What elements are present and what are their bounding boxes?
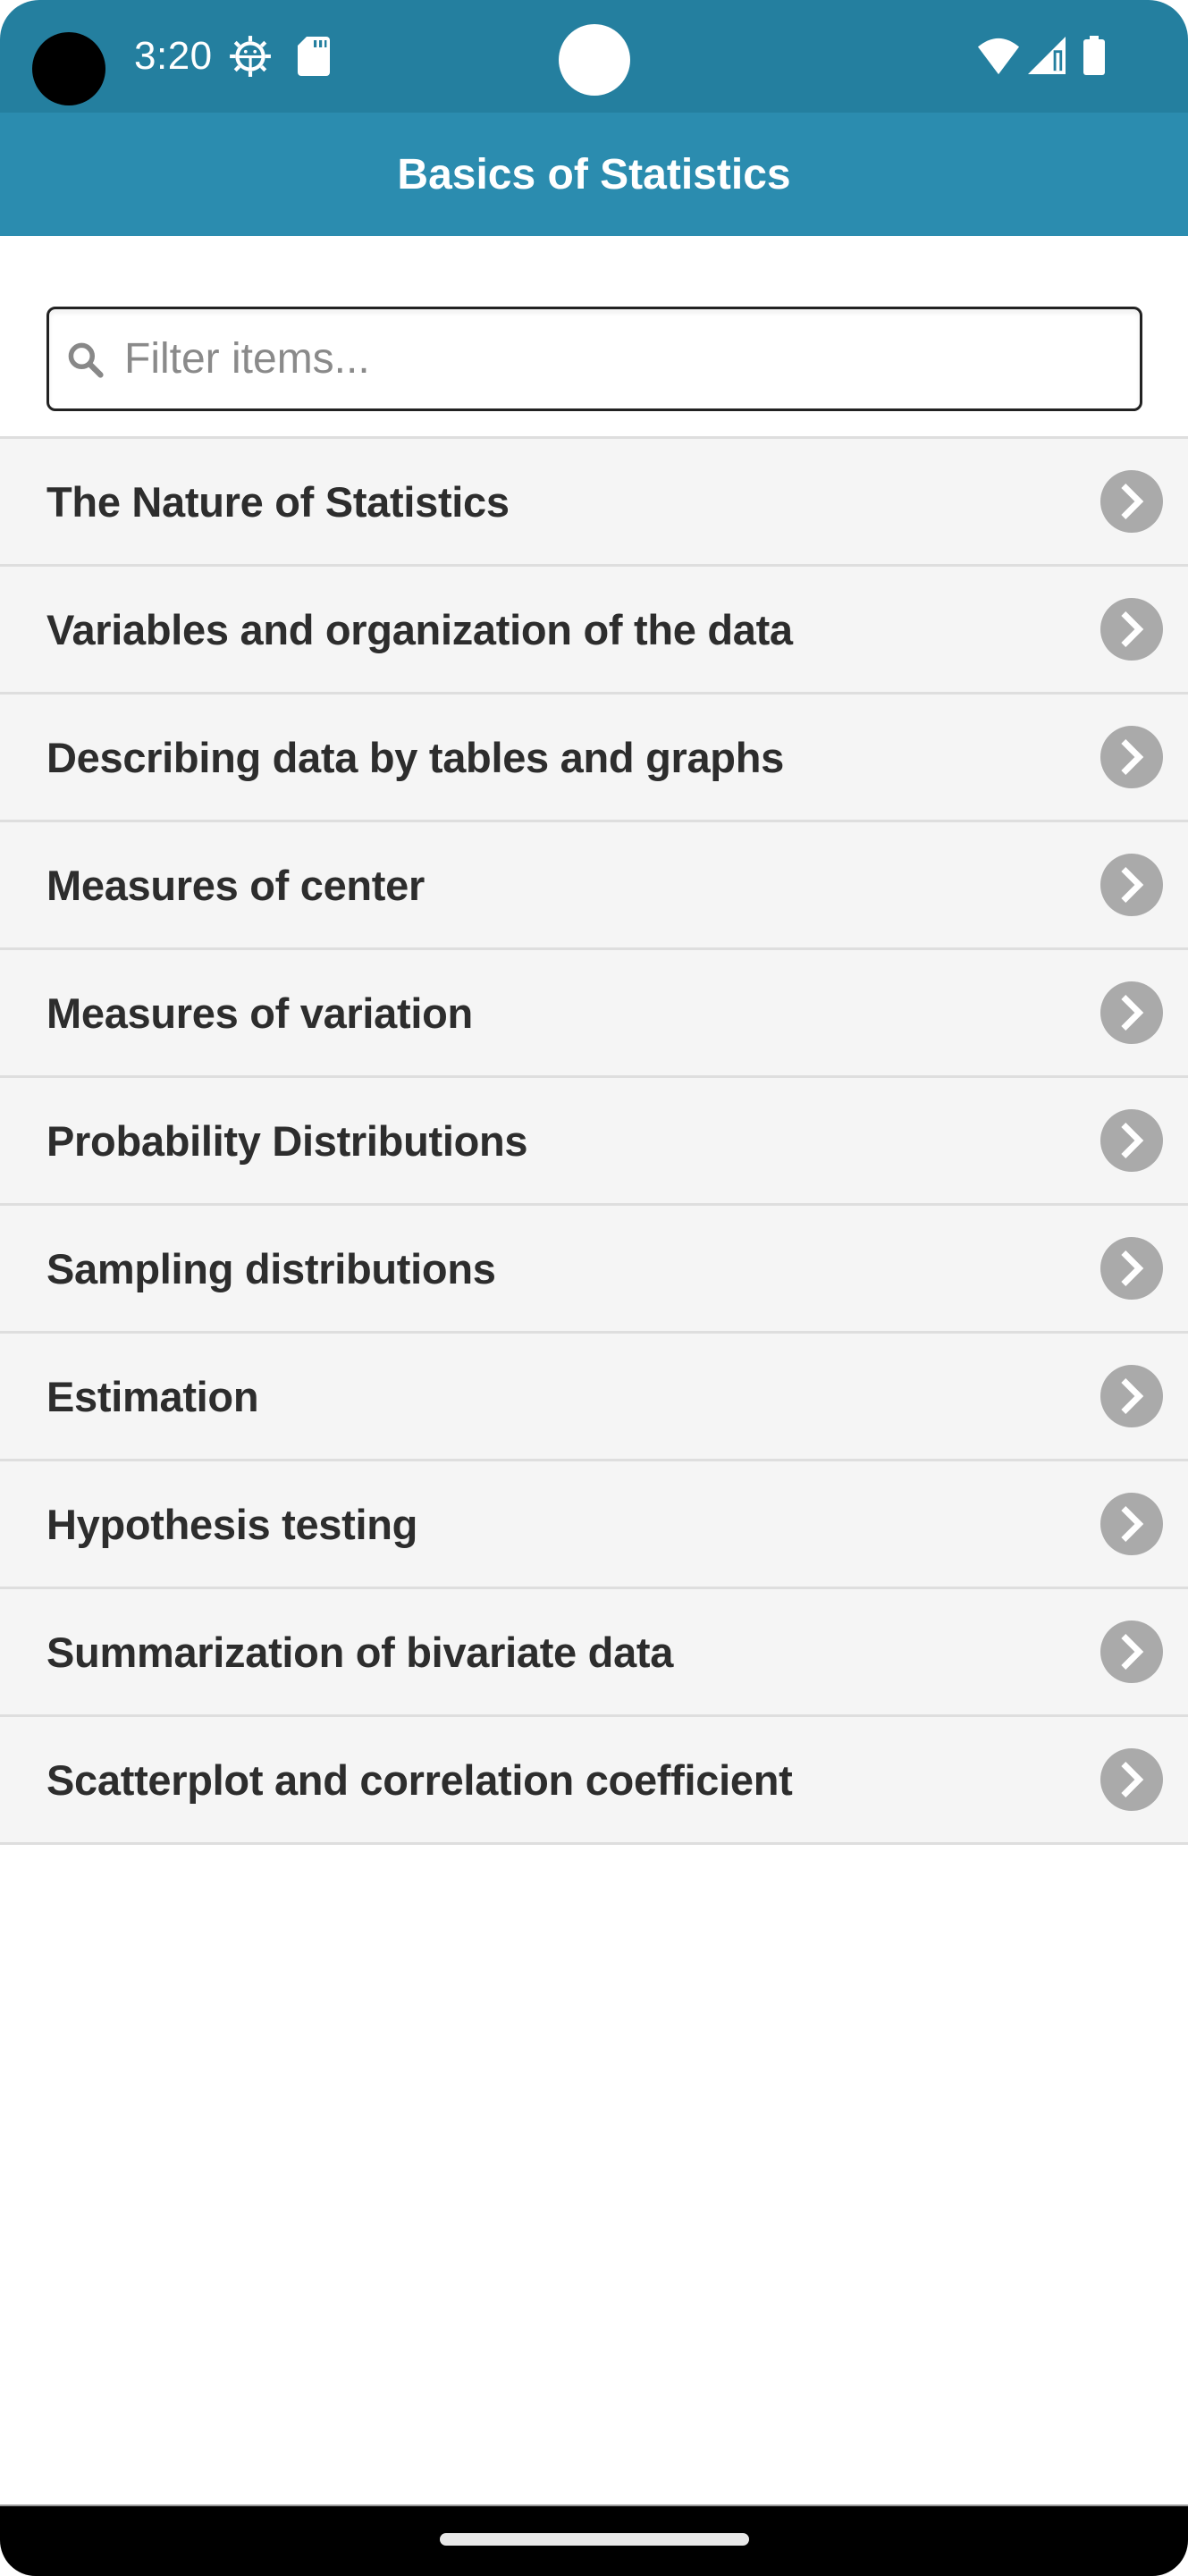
list-item-label: Sampling distributions xyxy=(46,1244,496,1292)
list-item-label: The Nature of Statistics xyxy=(46,477,510,526)
chevron-right-circle-icon xyxy=(1100,1237,1163,1300)
list-item-label: Measures of center xyxy=(46,861,425,909)
battery-icon xyxy=(1083,36,1105,75)
list-item-label: Describing data by tables and graphs xyxy=(46,733,784,781)
list-item-label: Scatterplot and correlation coefficient xyxy=(46,1755,793,1804)
list-item[interactable]: Variables and organization of the data xyxy=(0,567,1188,695)
list-item[interactable]: The Nature of Statistics xyxy=(0,439,1188,567)
list-item-label: Estimation xyxy=(46,1372,259,1420)
chevron-right-circle-icon xyxy=(1100,726,1163,788)
topic-list: The Nature of Statistics Variables and o… xyxy=(0,436,1188,1845)
list-item[interactable]: Estimation xyxy=(0,1334,1188,1461)
list-item[interactable]: Measures of center xyxy=(0,822,1188,950)
list-item[interactable]: Describing data by tables and graphs xyxy=(0,695,1188,822)
list-item-label: Variables and organization of the data xyxy=(46,605,793,653)
chevron-right-circle-icon xyxy=(1100,1365,1163,1427)
wifi-icon xyxy=(978,38,1019,75)
list-item[interactable]: Measures of variation xyxy=(0,950,1188,1078)
list-item[interactable]: Summarization of bivariate data xyxy=(0,1589,1188,1717)
camera-cutout xyxy=(32,32,105,105)
filter-input[interactable] xyxy=(124,309,1140,408)
status-bar: 3:20 xyxy=(0,0,1188,113)
status-time: 3:20 xyxy=(134,34,213,78)
list-item[interactable]: Probability Distributions xyxy=(0,1078,1188,1206)
chevron-right-circle-icon xyxy=(1100,470,1163,533)
search-bar[interactable] xyxy=(46,307,1142,411)
page-title: Basics of Statistics xyxy=(397,150,791,198)
front-camera xyxy=(559,24,630,96)
list-item-label: Probability Distributions xyxy=(46,1116,528,1165)
chevron-right-circle-icon xyxy=(1100,981,1163,1044)
home-gesture-handle[interactable] xyxy=(440,2533,749,2546)
list-item[interactable]: Hypothesis testing xyxy=(0,1461,1188,1589)
chevron-right-circle-icon xyxy=(1100,1621,1163,1683)
list-item-label: Hypothesis testing xyxy=(46,1500,418,1548)
chevron-right-circle-icon xyxy=(1100,854,1163,916)
chevron-right-circle-icon xyxy=(1100,598,1163,661)
chevron-right-circle-icon xyxy=(1100,1109,1163,1172)
list-item[interactable]: Scatterplot and correlation coefficient xyxy=(0,1717,1188,1845)
search-icon xyxy=(68,342,104,378)
chevron-right-circle-icon xyxy=(1100,1748,1163,1811)
list-item[interactable]: Sampling distributions xyxy=(0,1206,1188,1334)
cell-signal-icon xyxy=(1028,37,1066,74)
app-bar: Basics of Statistics xyxy=(0,113,1188,236)
list-item-label: Measures of variation xyxy=(46,989,473,1037)
system-navigation-bar xyxy=(0,2504,1188,2576)
list-item-label: Summarization of bivariate data xyxy=(46,1628,674,1676)
gear-icon xyxy=(230,36,271,77)
sd-card-icon xyxy=(298,37,330,76)
chevron-right-circle-icon xyxy=(1100,1493,1163,1555)
